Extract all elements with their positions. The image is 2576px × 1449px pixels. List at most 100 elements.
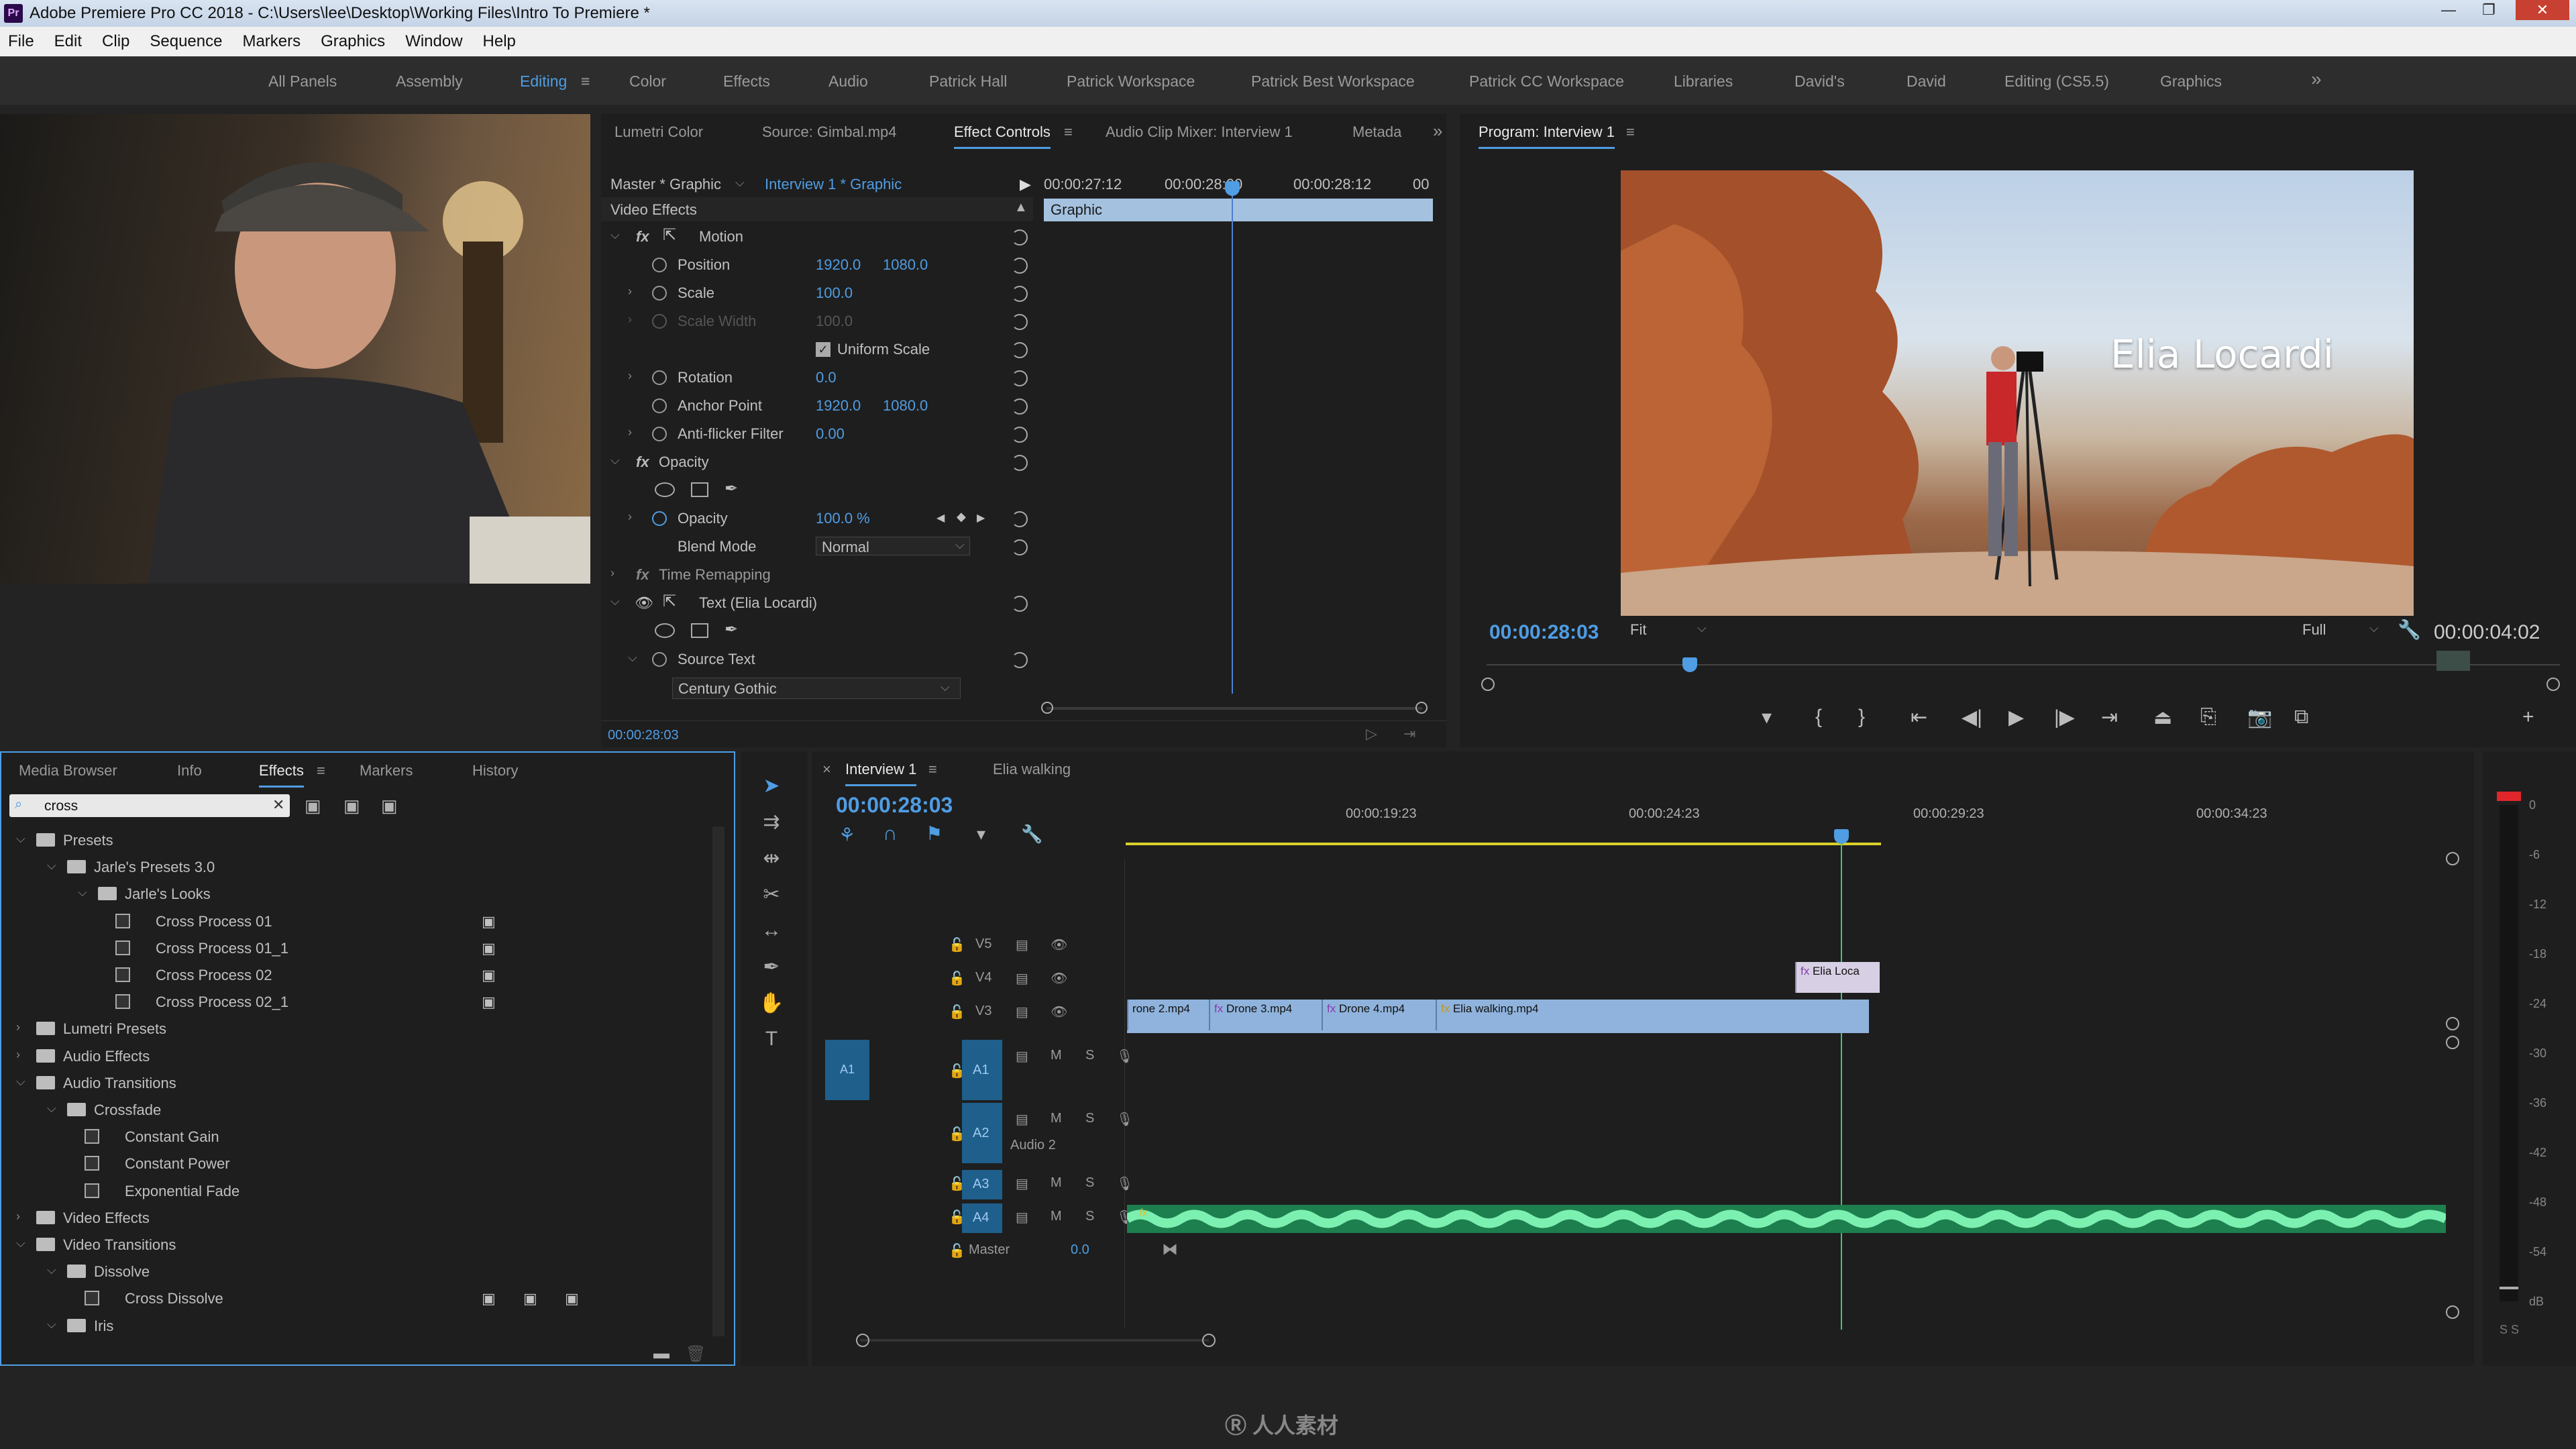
ec-current-time[interactable]: 00:00:28:03 xyxy=(608,728,679,743)
a4-mute[interactable]: M xyxy=(1051,1209,1062,1224)
effects-tree-item[interactable]: ▣ Cross Process 01 xyxy=(1,908,712,934)
anchor-reset-icon[interactable] xyxy=(1012,398,1028,415)
snap-magnet-icon[interactable]: ∩ xyxy=(883,822,898,845)
program-timecode[interactable]: 00:00:28:03 xyxy=(1489,621,1599,644)
tree-expand-icon[interactable]: ⌵ xyxy=(47,1263,56,1277)
effects-tree-item[interactable]: Constant Power xyxy=(1,1150,712,1177)
effects-tree-item[interactable]: ▣ Cross Process 02 xyxy=(1,961,712,988)
go-to-in-icon[interactable]: ⇤ xyxy=(1911,706,1927,729)
effects-tree-item[interactable]: › Video Effects xyxy=(1,1204,712,1231)
scale-width-reset-icon[interactable] xyxy=(1012,314,1028,330)
tree-expand-icon[interactable]: ⌵ xyxy=(47,1102,56,1116)
scrub-zoom-right[interactable] xyxy=(2546,678,2560,691)
scale-stopwatch-icon[interactable] xyxy=(652,286,667,301)
lift-icon[interactable]: ⏏ xyxy=(2153,706,2172,729)
clip-drone-3[interactable]: fx Drone 3.mp4 xyxy=(1209,1000,1320,1030)
program-playhead[interactable] xyxy=(1682,657,1697,672)
track-master-header[interactable]: 🔓 Master 0.0 ⧓ xyxy=(879,1237,1178,1264)
h-scroll-left-handle[interactable] xyxy=(856,1334,869,1347)
source-text-expand-icon[interactable]: ⌵ xyxy=(628,651,637,665)
ec-zoom-right-handle[interactable] xyxy=(1415,702,1428,714)
effects-tree-item[interactable]: ⌵ Jarle's Presets 3.0 xyxy=(1,853,712,880)
blend-mode-chevron-icon[interactable]: ⌵ xyxy=(955,538,965,552)
v3-lock-icon[interactable]: 🔓 xyxy=(949,1004,965,1020)
source-patch-a1[interactable]: A1 xyxy=(825,1040,869,1100)
effects-tree-item[interactable]: › Lumetri Presets xyxy=(1,1015,712,1042)
work-area-bar[interactable] xyxy=(1126,843,1881,845)
a2-mute[interactable]: M xyxy=(1051,1111,1062,1126)
a3-mic-icon[interactable]: 🎙 xyxy=(1116,1175,1133,1192)
mark-in-icon[interactable]: { xyxy=(1815,706,1822,729)
tab-effects[interactable]: Effects xyxy=(259,762,304,788)
master-clip-label[interactable]: Master * Graphic xyxy=(610,176,721,193)
a3-mute[interactable]: M xyxy=(1051,1175,1062,1191)
track-v5-header[interactable]: 🔓 V5 ▤ 👁 xyxy=(879,936,1120,963)
timeline-timecode[interactable]: 00:00:28:03 xyxy=(836,793,953,818)
clip-drone-2[interactable]: rone 2.mp4 xyxy=(1127,1000,1208,1030)
tree-expand-icon[interactable]: › xyxy=(16,1048,20,1062)
anchor-y-value[interactable]: 1080.0 xyxy=(883,397,928,415)
ws-patrick-workspace[interactable]: Patrick Workspace xyxy=(1067,72,1195,91)
effects-tree-item[interactable]: ⌵ Presets xyxy=(1,826,712,853)
tab-info[interactable]: Info xyxy=(177,762,202,780)
timeline-playhead-line[interactable] xyxy=(1841,843,1842,1330)
motion-reset-icon[interactable] xyxy=(1012,229,1028,246)
a4-sync-icon[interactable]: ▤ xyxy=(1016,1209,1028,1226)
program-scrubber[interactable] xyxy=(1487,664,2560,665)
a4-label[interactable]: A4 xyxy=(962,1203,1002,1233)
32bit-effects-icon[interactable]: ▣ xyxy=(343,796,360,816)
tree-expand-icon[interactable]: ⌵ xyxy=(47,1318,56,1332)
opacity-group-reset-icon[interactable] xyxy=(1012,455,1028,471)
effects-tree-item[interactable]: ⌵ Crossfade xyxy=(1,1096,712,1123)
rotation-expand-icon[interactable]: › xyxy=(628,369,632,383)
clear-search-icon[interactable]: ✕ xyxy=(272,796,284,814)
sequence-clip-label[interactable]: Interview 1 * Graphic xyxy=(765,176,902,193)
opacity-expand-icon[interactable]: ⌵ xyxy=(610,453,620,468)
effects-tree-item[interactable]: ⌵ Jarle's Looks xyxy=(1,880,712,907)
h-scroll-right-handle[interactable] xyxy=(1202,1334,1216,1347)
ws-patrick-hall[interactable]: Patrick Hall xyxy=(929,72,1007,91)
zoom-fit-dropdown[interactable]: Fit ⌵ xyxy=(1630,621,1731,644)
source-text-stopwatch-icon[interactable] xyxy=(652,652,667,667)
razor-tool-icon[interactable]: ✂ xyxy=(758,883,785,910)
tab-elia-walking[interactable]: Elia walking xyxy=(993,761,1071,778)
menu-edit[interactable]: Edit xyxy=(54,32,82,51)
effects-tree-item[interactable]: › Audio Effects xyxy=(1,1042,712,1069)
settings-wrench-icon[interactable]: 🔧 xyxy=(2398,619,2421,641)
ripple-edit-tool-icon[interactable]: ⇹ xyxy=(758,847,785,873)
collapse-up-icon[interactable]: ▲ xyxy=(1014,200,1028,215)
ws-patrick-best[interactable]: Patrick Best Workspace xyxy=(1251,72,1415,91)
a2-label[interactable]: A2 xyxy=(962,1103,1002,1163)
new-bin-folder-icon[interactable]: ▬ xyxy=(653,1344,669,1363)
effects-scrollbar[interactable] xyxy=(712,826,724,1336)
ws-audio[interactable]: Audio xyxy=(828,72,868,91)
ws-overflow-icon[interactable]: » xyxy=(2311,68,2322,90)
text-layer-transform-icon[interactable]: ⇱ xyxy=(663,592,676,611)
ws-menu-icon[interactable]: ≡ xyxy=(581,72,590,91)
a1-sync-icon[interactable]: ▤ xyxy=(1016,1048,1028,1065)
master-dropdown-icon[interactable]: ⌵ xyxy=(735,176,745,190)
fit-chevron-icon[interactable]: ⌵ xyxy=(1697,621,1707,635)
track-v3-header[interactable]: 🔓 V3 ▤ 👁 xyxy=(879,1004,1120,1030)
position-y-value[interactable]: 1080.0 xyxy=(883,256,928,274)
tab-audio-clip-mixer[interactable]: Audio Clip Mixer: Interview 1 xyxy=(1106,123,1293,141)
pen-mask-icon[interactable]: ✒ xyxy=(724,479,738,498)
add-marker-timeline-icon[interactable]: ▾ xyxy=(977,824,985,845)
rotation-stopwatch-icon[interactable] xyxy=(652,370,667,385)
v5-eye-icon[interactable]: 👁 xyxy=(1051,936,1067,953)
v-scroll-audio-top[interactable] xyxy=(2446,1036,2459,1049)
ellipse-mask-icon[interactable] xyxy=(655,482,675,497)
tab-source-gimbal[interactable]: Source: Gimbal.mp4 xyxy=(762,123,897,141)
opacity-fx-icon[interactable]: fx xyxy=(636,453,649,471)
timeline-ruler[interactable]: 00:00:19:23 00:00:24:23 00:00:29:23 00:0… xyxy=(1124,806,2459,833)
mark-out-icon[interactable]: } xyxy=(1858,706,1865,729)
rotation-value[interactable]: 0.0 xyxy=(816,369,837,386)
in-out-range[interactable] xyxy=(2436,651,2470,671)
audio-clip-a4[interactable]: fx xyxy=(1127,1205,2446,1233)
ws-libraries[interactable]: Libraries xyxy=(1674,72,1733,91)
timeline-h-scrollbar[interactable] xyxy=(860,1339,1209,1342)
effects-tree-item[interactable]: ⌵ Audio Transitions xyxy=(1,1069,712,1096)
ws-color[interactable]: Color xyxy=(629,72,666,91)
effect-controls-menu-icon[interactable]: ≡ xyxy=(1064,123,1073,141)
tab-markers[interactable]: Markers xyxy=(360,762,413,780)
